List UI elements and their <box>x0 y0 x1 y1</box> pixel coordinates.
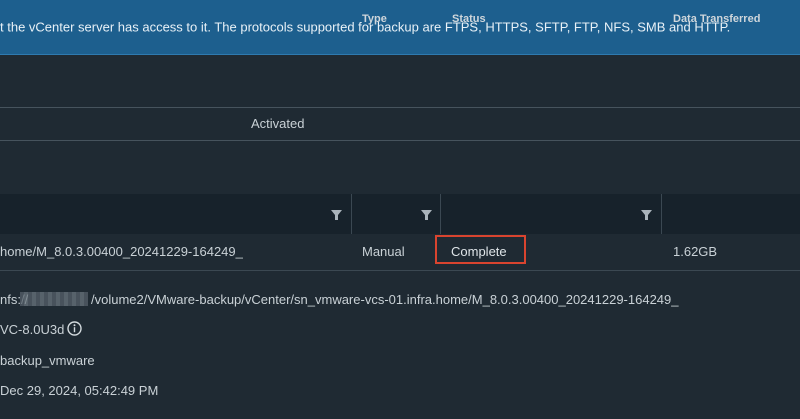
detail-location-path: /volume2/VMware-backup/vCenter/sn_vmware… <box>91 292 679 307</box>
column-separator[interactable] <box>351 194 352 234</box>
column-header-status[interactable]: Status <box>452 13 486 25</box>
cell-type: Manual <box>362 244 405 259</box>
column-header-data-transferred[interactable]: Data Transferred <box>673 13 760 25</box>
info-icon[interactable] <box>67 321 82 336</box>
detail-date: Dec 29, 2024, 05:42:49 PM <box>0 383 159 398</box>
filter-icon[interactable] <box>641 210 652 220</box>
column-separator[interactable] <box>661 194 662 234</box>
filter-icon[interactable] <box>421 210 432 220</box>
column-header-type[interactable]: Type <box>362 13 387 25</box>
divider <box>0 140 800 141</box>
column-separator[interactable] <box>440 194 441 234</box>
divider <box>0 270 800 271</box>
redacted-host <box>20 292 88 306</box>
filter-icon[interactable] <box>331 210 342 220</box>
detail-user: backup_vmware <box>0 353 95 368</box>
divider <box>0 107 800 108</box>
table-header <box>0 194 800 234</box>
cell-location: home/M_8.0.3.00400_20241229-164249_ <box>0 244 243 259</box>
info-banner: t the vCenter server has access to it. T… <box>0 0 800 55</box>
cell-data-transferred: 1.62GB <box>673 244 718 259</box>
detail-version: VC-8.0U3d <box>0 322 65 337</box>
cell-status: Complete <box>451 244 507 259</box>
schedule-status: Activated <box>251 116 305 131</box>
